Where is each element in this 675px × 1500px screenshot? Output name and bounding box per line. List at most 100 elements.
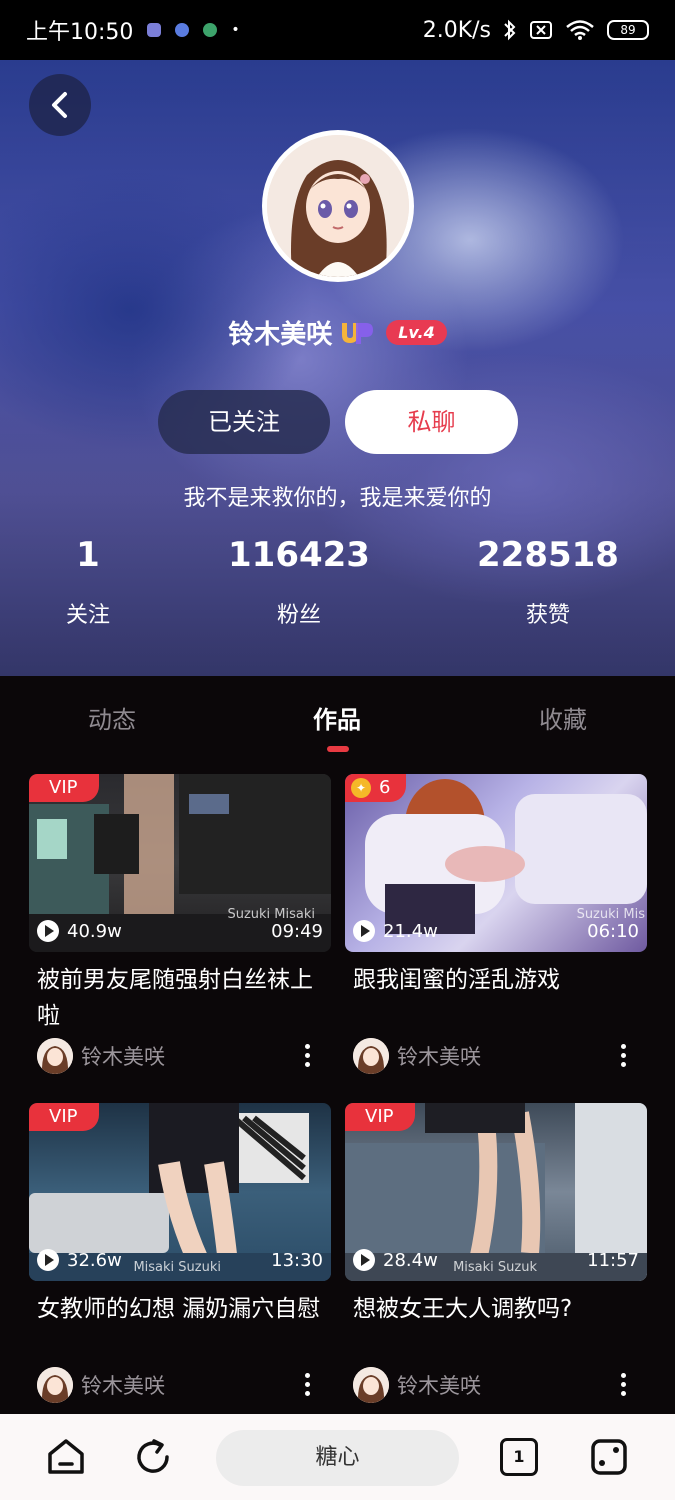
following-button[interactable]: 已关注 (158, 390, 330, 454)
stat-fans-label: 粉丝 (276, 603, 321, 628)
video-watermark: Suzuki Mis (576, 907, 645, 922)
profile-screen: 上午10:50 • 2.0K/s 89 铃木美咲 Lv.4 已关注 私聊 我不是… (0, 0, 675, 1500)
bottom-navigation: 糖心 1 (0, 1414, 675, 1500)
search-button[interactable]: 糖心 (216, 1430, 459, 1486)
video-card[interactable]: VIP Suzuki Misaki 40.9w 09:49 被前男友尾随强射白丝… (29, 774, 331, 1084)
view-count: 21.4w (383, 920, 438, 942)
profile-stats: 1 关注 116423 粉丝 228518 获赞 (0, 535, 675, 645)
tabs-button[interactable]: 1 (500, 1438, 538, 1476)
stat-fans-value: 116423 (228, 535, 370, 575)
tab-dynamics[interactable]: 动态 (52, 700, 172, 735)
play-count: 40.9w (37, 920, 122, 942)
more-options-icon[interactable] (619, 1044, 627, 1067)
view-count: 32.6w (67, 1249, 122, 1271)
video-card[interactable]: ✦ 6 Suzuki Mis 21.4w 06:10 跟我闺蜜的淫乱游戏 铃木美… (345, 774, 647, 1084)
video-author[interactable]: 铃木美咲 (353, 1038, 481, 1074)
battery-indicator: 89 (607, 20, 649, 40)
video-watermark: Misaki Suzuki (133, 1260, 221, 1275)
notification-icon (147, 23, 162, 37)
tab-favorites[interactable]: 收藏 (503, 700, 623, 735)
active-tab-indicator (327, 746, 349, 752)
coin-icon: ✦ (351, 778, 371, 798)
author-avatar (353, 1038, 389, 1074)
wifi-icon (566, 20, 594, 40)
video-card[interactable]: VIP Misaki Suzuk 28.4w 11:57 想被女王大人调教吗? … (345, 1103, 647, 1413)
author-avatar (37, 1038, 73, 1074)
video-title[interactable]: 想被女王大人调教吗? (345, 1291, 645, 1327)
stat-fans[interactable]: 116423 粉丝 (199, 535, 399, 629)
video-author[interactable]: 铃木美咲 (353, 1367, 481, 1403)
status-bar: 上午10:50 • 2.0K/s 89 (0, 0, 675, 60)
author-avatar (37, 1367, 73, 1403)
refresh-icon[interactable] (132, 1436, 174, 1478)
video-title[interactable]: 被前男友尾随强射白丝袜上啦 (29, 962, 329, 1034)
play-icon (353, 920, 375, 942)
video-author[interactable]: 铃木美咲 (37, 1038, 165, 1074)
video-thumbnail[interactable]: VIP Misaki Suzuk 28.4w 11:57 (345, 1103, 647, 1281)
play-count: 21.4w (353, 920, 438, 942)
status-time: 上午10:50 (26, 20, 134, 45)
stat-likes-value: 228518 (477, 535, 619, 575)
view-count: 28.4w (383, 1249, 438, 1271)
stat-following-value: 1 (76, 535, 100, 575)
video-duration: 11:57 (587, 1250, 639, 1271)
more-options-icon[interactable] (303, 1373, 311, 1396)
profile-name: 铃木美咲 (228, 320, 333, 350)
stat-following-label: 关注 (65, 603, 110, 628)
level-badge: Lv.4 (386, 320, 447, 345)
author-name: 铃木美咲 (397, 1045, 481, 1069)
video-watermark: Misaki Suzuk (453, 1260, 537, 1275)
stat-likes-label: 获赞 (525, 603, 570, 628)
vip-badge: VIP (345, 1103, 416, 1131)
author-name: 铃木美咲 (81, 1045, 165, 1069)
more-options-icon[interactable] (303, 1044, 311, 1067)
play-icon (37, 1249, 59, 1271)
tab-works[interactable]: 作品 (277, 700, 397, 735)
video-watermark: Suzuki Misaki (227, 907, 315, 922)
more-options-icon[interactable] (619, 1373, 627, 1396)
more-notifications-icon: • (231, 22, 240, 38)
network-speed: 2.0K/s (422, 17, 491, 43)
profile-tabs: 动态 作品 收藏 (0, 676, 675, 764)
menu-icon[interactable] (588, 1436, 630, 1478)
video-duration: 13:30 (271, 1250, 323, 1271)
vip-badge: VIP (29, 774, 100, 802)
author-avatar (353, 1367, 389, 1403)
app-notification-icon (175, 23, 190, 37)
profile-bio: 我不是来救你的，我是来爱你的 (183, 486, 492, 511)
stat-likes[interactable]: 228518 获赞 (448, 535, 648, 629)
video-title[interactable]: 女教师的幻想 漏奶漏穴自慰 (29, 1291, 329, 1327)
bluetooth-icon (504, 19, 516, 41)
video-thumbnail[interactable]: ✦ 6 Suzuki Mis 21.4w 06:10 (345, 774, 647, 952)
video-duration: 06:10 (587, 921, 639, 942)
video-card[interactable]: VIP Misaki Suzuki 32.6w 13:30 女教师的幻想 漏奶漏… (29, 1103, 331, 1413)
home-icon[interactable] (45, 1436, 87, 1478)
play-count: 32.6w (37, 1249, 122, 1271)
video-thumbnail[interactable]: VIP Misaki Suzuki 32.6w 13:30 (29, 1103, 331, 1281)
video-title[interactable]: 跟我闺蜜的淫乱游戏 (345, 962, 645, 998)
author-name: 铃木美咲 (397, 1374, 481, 1398)
no-sim-icon (530, 21, 552, 39)
stat-following[interactable]: 1 关注 (0, 535, 188, 629)
private-message-button[interactable]: 私聊 (345, 390, 518, 454)
chevron-left-icon (52, 92, 67, 118)
play-count: 28.4w (353, 1249, 438, 1271)
view-count: 40.9w (67, 920, 122, 942)
up-creator-icon (342, 322, 374, 344)
video-thumbnail[interactable]: VIP Suzuki Misaki 40.9w 09:49 (29, 774, 331, 952)
profile-header: 铃木美咲 Lv.4 已关注 私聊 我不是来救你的，我是来爱你的 1 关注 116… (0, 60, 675, 676)
author-name: 铃木美咲 (81, 1374, 165, 1398)
avatar-illustration (267, 135, 409, 277)
map-notification-icon (203, 23, 218, 37)
back-button[interactable] (29, 74, 91, 136)
coin-badge: ✦ 6 (345, 774, 407, 802)
vip-badge: VIP (29, 1103, 100, 1131)
play-icon (353, 1249, 375, 1271)
profile-avatar[interactable] (262, 130, 414, 282)
coin-price: 6 (379, 777, 391, 798)
name-row: 铃木美咲 Lv.4 (0, 314, 675, 351)
battery-level: 89 (620, 23, 636, 37)
video-author[interactable]: 铃木美咲 (37, 1367, 165, 1403)
play-icon (37, 920, 59, 942)
video-duration: 09:49 (271, 921, 323, 942)
